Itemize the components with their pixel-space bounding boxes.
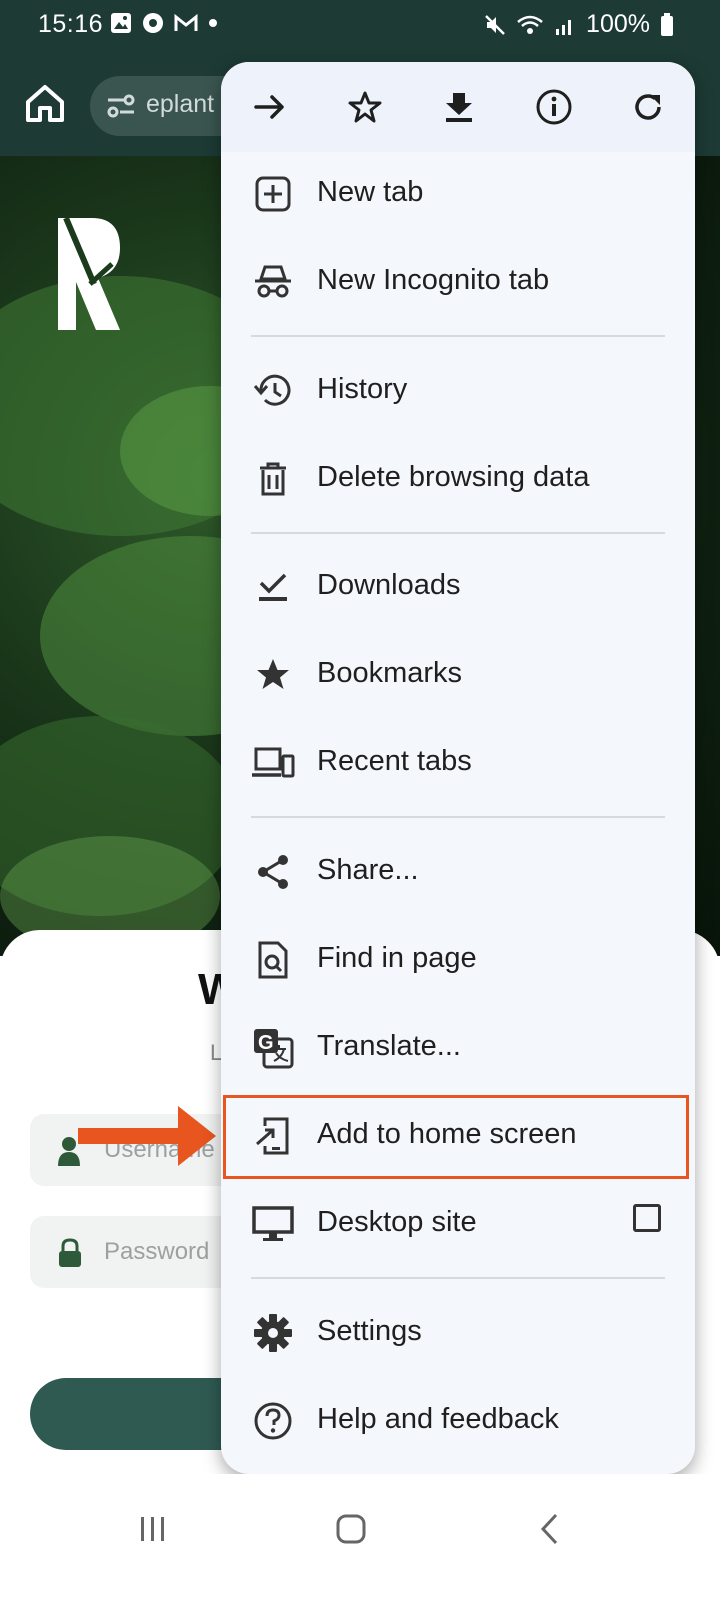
- recent-apps-icon[interactable]: [136, 1512, 170, 1546]
- help-icon: [254, 1402, 292, 1440]
- translate-icon: G: [254, 1029, 294, 1069]
- menu-item-label: New tab: [317, 176, 424, 208]
- highlight-box: [223, 1095, 689, 1179]
- menu-item-help-and-feedback[interactable]: Help and feedback: [221, 1377, 695, 1465]
- refresh-icon: [635, 94, 661, 120]
- bookmark-this-page-button[interactable]: [342, 84, 388, 130]
- new-tab-icon: [255, 176, 291, 212]
- settings-icon: [254, 1314, 292, 1352]
- dot-icon: [209, 19, 217, 27]
- home-icon: [26, 85, 64, 122]
- gallery-icon: [111, 13, 131, 33]
- menu-item-history[interactable]: History: [221, 347, 695, 435]
- lock-icon: [59, 1238, 81, 1267]
- annotation-arrow: [78, 1106, 216, 1166]
- menu-item-new-tab[interactable]: New tab: [221, 150, 695, 238]
- history-icon: [253, 374, 291, 406]
- notification-icons: [110, 12, 218, 34]
- home-button[interactable]: [22, 80, 68, 126]
- desktop-site-checkbox[interactable]: [633, 1204, 661, 1232]
- menu-item-label: New Incognito tab: [317, 264, 550, 296]
- menu-item-settings[interactable]: Settings: [221, 1289, 695, 1377]
- star-icon: [257, 659, 289, 689]
- system-nav-bar: [0, 1474, 720, 1600]
- gmail-icon: [174, 13, 198, 31]
- downloads-icon: [259, 573, 287, 601]
- menu-quick-actions: [221, 62, 695, 152]
- page-info-button[interactable]: [531, 84, 577, 130]
- menu-item-label: Find in page: [317, 942, 477, 974]
- menu-item-label: Delete browsing data: [317, 461, 590, 493]
- menu-item-downloads[interactable]: Downloads: [221, 543, 695, 631]
- system-icons: 100%: [484, 10, 674, 39]
- menu-divider: [251, 1277, 665, 1279]
- menu-item-desktop-site[interactable]: Desktop site: [221, 1180, 695, 1268]
- bookmark-star-icon: [348, 91, 382, 123]
- menu-item-recent-tabs[interactable]: Recent tabs: [221, 719, 695, 807]
- menu-item-label: History: [317, 373, 408, 405]
- browser-menu: New tab New Incognito tab History Delete…: [221, 62, 695, 1474]
- share-icon: [258, 855, 288, 889]
- menu-item-translate[interactable]: G Translate...: [221, 1004, 695, 1092]
- info-icon: [536, 89, 572, 125]
- home-nav-icon[interactable]: [334, 1512, 368, 1546]
- menu-item-label: Help and feedback: [317, 1403, 559, 1435]
- url-text: eplant: [146, 90, 215, 118]
- menu-item-find-in-page[interactable]: Find in page: [221, 916, 695, 1004]
- desktop-icon: [252, 1206, 294, 1241]
- menu-item-new-incognito-tab[interactable]: New Incognito tab: [221, 238, 695, 326]
- back-icon[interactable]: [534, 1512, 568, 1546]
- find-icon: [258, 941, 288, 979]
- battery-percent: 100%: [586, 10, 650, 38]
- menu-divider: [251, 335, 665, 337]
- menu-divider: [251, 816, 665, 818]
- site-logo: [58, 216, 120, 330]
- status-time: 15:16: [38, 10, 104, 38]
- menu-item-label: Settings: [317, 1315, 422, 1347]
- trash-icon: [260, 462, 286, 496]
- incognito-icon: [255, 265, 291, 298]
- forward-icon: [254, 95, 284, 119]
- menu-divider: [251, 532, 665, 534]
- user-icon: [58, 1137, 80, 1166]
- battery-icon: [661, 12, 673, 36]
- menu-item-label: Share...: [317, 854, 419, 886]
- menu-item-label: Bookmarks: [317, 657, 463, 689]
- menu-item-share[interactable]: Share...: [221, 828, 695, 916]
- download-page-button[interactable]: [436, 84, 482, 130]
- menu-item-bookmarks[interactable]: Bookmarks: [221, 631, 695, 719]
- menu-item-delete-browsing-data[interactable]: Delete browsing data: [221, 435, 695, 523]
- status-bar: 15:16 100%: [0, 0, 720, 52]
- mute-icon: [485, 14, 505, 35]
- site-settings-icon[interactable]: [106, 92, 136, 120]
- svg-text:G: G: [258, 1032, 274, 1054]
- password-placeholder: Password: [104, 1238, 210, 1265]
- wifi-icon: [517, 15, 543, 34]
- forward-button[interactable]: [247, 84, 293, 130]
- menu-item-label: Translate...: [317, 1030, 461, 1062]
- menu-item-label: Desktop site: [317, 1206, 477, 1238]
- download-icon: [446, 93, 472, 122]
- menu-item-label: Recent tabs: [317, 745, 472, 777]
- chrome-icon: [143, 13, 163, 33]
- menu-item-label: Downloads: [317, 569, 461, 601]
- signal-icon: [556, 19, 572, 35]
- refresh-button[interactable]: [625, 84, 671, 130]
- devices-icon: [252, 747, 295, 778]
